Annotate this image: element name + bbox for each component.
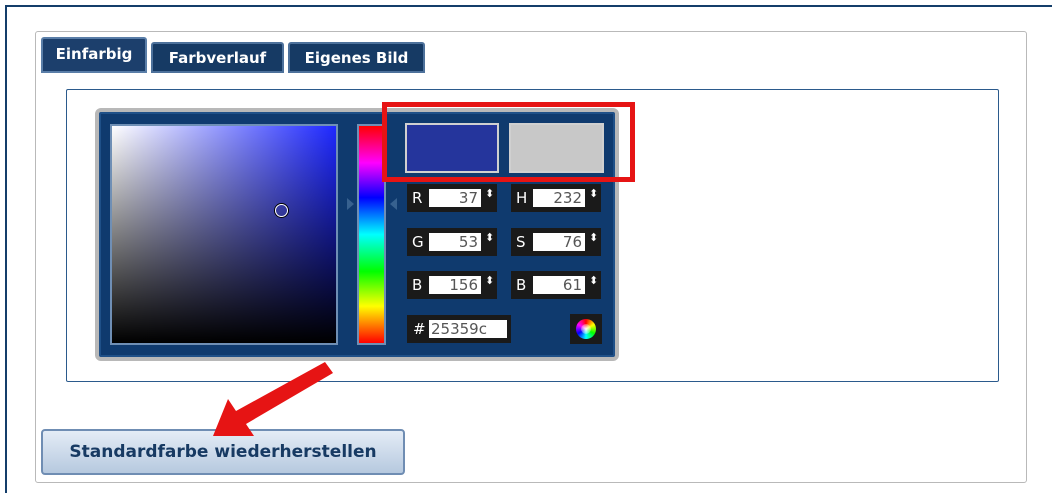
arrow-icon	[213, 362, 333, 436]
pointer-arrow-annotation	[213, 362, 333, 436]
